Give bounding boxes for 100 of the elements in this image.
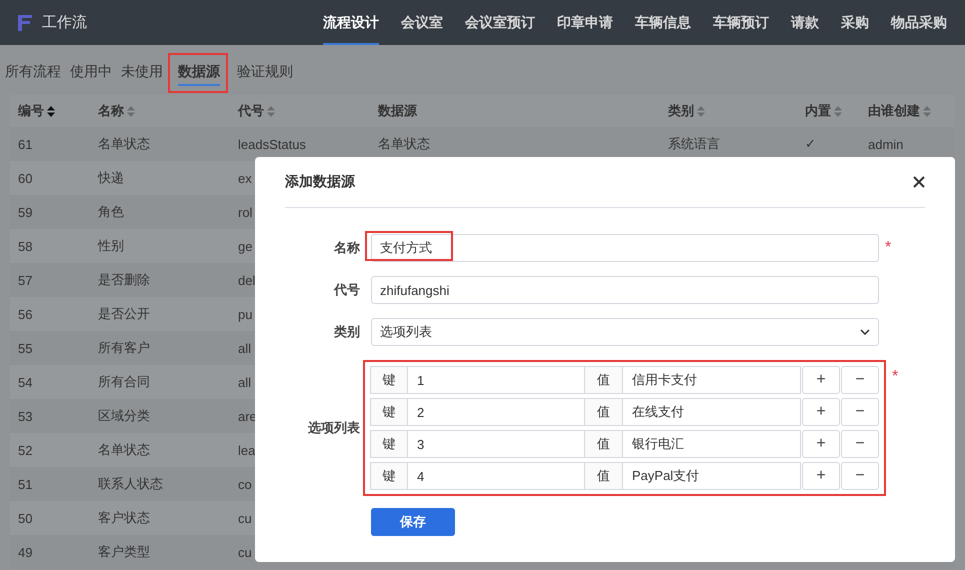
sort-icon[interactable]: [47, 106, 55, 116]
key-input[interactable]: 2: [408, 398, 585, 426]
nav-item[interactable]: 车辆预订: [713, 0, 769, 45]
remove-button[interactable]: −: [841, 398, 879, 426]
table-cell: co: [238, 476, 252, 492]
table-cell: 区域分类: [98, 408, 150, 423]
table-cell: 快递: [98, 170, 124, 185]
save-button[interactable]: 保存: [371, 508, 455, 536]
add-button[interactable]: +: [802, 398, 840, 426]
table-cell: 61: [18, 136, 32, 152]
nav-item[interactable]: 印章申请: [557, 0, 613, 45]
value-input[interactable]: 信用卡支付: [623, 366, 801, 394]
key-label: 键: [370, 430, 408, 458]
table-cell: 客户状态: [98, 510, 150, 525]
table-cell: 49: [18, 544, 32, 560]
key-label: 键: [370, 462, 408, 490]
table-cell: 54: [18, 374, 32, 390]
table-cell: rol: [238, 204, 252, 220]
table-cell: 角色: [98, 204, 124, 219]
key-label: 键: [370, 398, 408, 426]
add-button[interactable]: +: [802, 366, 840, 394]
input-field[interactable]: 支付方式: [371, 234, 879, 262]
key-input[interactable]: 1: [408, 366, 585, 394]
table-cell: admin: [868, 136, 904, 152]
key-input[interactable]: 4: [408, 462, 585, 490]
input-field[interactable]: zhifufangshi: [371, 276, 879, 304]
logo-icon: [18, 14, 32, 30]
table-cell: pu: [238, 306, 252, 322]
value-input[interactable]: 在线支付: [623, 398, 801, 426]
nav-item[interactable]: 流程设计: [323, 0, 379, 45]
table-cell: 名单状态: [98, 442, 150, 457]
tab[interactable]: 使用中: [70, 60, 112, 86]
table-cell: 是否公开: [98, 306, 150, 321]
value-input[interactable]: 银行电汇: [623, 430, 801, 458]
table-cell: 性别: [98, 238, 124, 253]
column-header[interactable]: 内置: [805, 102, 842, 120]
table-cell: 58: [18, 238, 32, 254]
required-mark: *: [885, 239, 892, 257]
key-input[interactable]: 3: [408, 430, 585, 458]
field-label: 名称: [332, 239, 361, 257]
field-label: 类别: [332, 323, 361, 341]
tab[interactable]: 所有流程: [5, 60, 61, 86]
column-header[interactable]: 名称: [98, 102, 135, 120]
value-label: 值: [585, 366, 623, 394]
add-button[interactable]: +: [802, 462, 840, 490]
value-label: 值: [585, 430, 623, 458]
column-header[interactable]: 编号: [18, 102, 55, 120]
table-cell: 52: [18, 442, 32, 458]
table-cell: cu: [238, 544, 252, 560]
column-header[interactable]: 代号: [238, 102, 275, 120]
nav-item[interactable]: 车辆信息: [635, 0, 691, 45]
close-icon[interactable]: [913, 176, 925, 188]
table-cell: 名单状态: [98, 136, 150, 151]
table-cell: 是否删除: [98, 272, 150, 287]
table-cell: 56: [18, 306, 32, 322]
nav-item[interactable]: 会议室: [401, 0, 443, 45]
table-cell: 客户类型: [98, 544, 150, 559]
table-cell: 55: [18, 340, 32, 356]
tab[interactable]: 数据源: [178, 60, 220, 86]
field-label: 选项列表: [307, 419, 361, 437]
value-input[interactable]: PayPal支付: [623, 462, 801, 490]
app-title: 工作流: [42, 13, 87, 32]
table-cell: 系统语言: [668, 136, 720, 151]
add-button[interactable]: +: [802, 430, 840, 458]
column-header[interactable]: 由谁创建: [868, 102, 931, 120]
nav-item[interactable]: 物品采购: [891, 0, 947, 45]
table-cell: ✓: [805, 136, 816, 151]
table-cell: all: [238, 374, 252, 390]
remove-button[interactable]: −: [841, 366, 879, 394]
tab[interactable]: 未使用: [121, 60, 163, 86]
value-label: 值: [585, 462, 623, 490]
remove-button[interactable]: −: [841, 430, 879, 458]
table-cell: 51: [18, 476, 32, 492]
table-cell: 59: [18, 204, 32, 220]
required-mark: *: [892, 368, 898, 386]
table-cell: 名单状态: [378, 136, 430, 151]
table-cell: leadsStatus: [238, 136, 306, 152]
table-cell: 53: [18, 408, 32, 424]
dialog-title: 添加数据源: [285, 173, 355, 191]
chevron-icon: [860, 329, 870, 335]
nav-item[interactable]: 请款: [791, 0, 819, 45]
table-cell: 所有合同: [98, 374, 150, 389]
nav-item[interactable]: 会议室预订: [465, 0, 535, 45]
table-cell: 50: [18, 510, 32, 526]
table-cell: cu: [238, 510, 252, 526]
nav-item[interactable]: 采购: [841, 0, 869, 45]
remove-button[interactable]: −: [841, 462, 879, 490]
table-cell: all: [238, 340, 252, 356]
column-header[interactable]: 数据源: [378, 102, 417, 120]
table-cell: 所有客户: [98, 340, 150, 355]
table-cell: 60: [18, 170, 32, 186]
tab[interactable]: 验证规则: [237, 60, 293, 86]
field-label: 代号: [332, 281, 361, 299]
table-cell: 57: [18, 272, 32, 288]
category-select[interactable]: 选项列表: [371, 318, 879, 346]
column-header[interactable]: 类别: [668, 102, 705, 120]
table-cell: ge: [238, 238, 252, 254]
value-label: 值: [585, 398, 623, 426]
table-cell: 联系人状态: [98, 476, 163, 491]
table-cell: del: [238, 272, 256, 288]
